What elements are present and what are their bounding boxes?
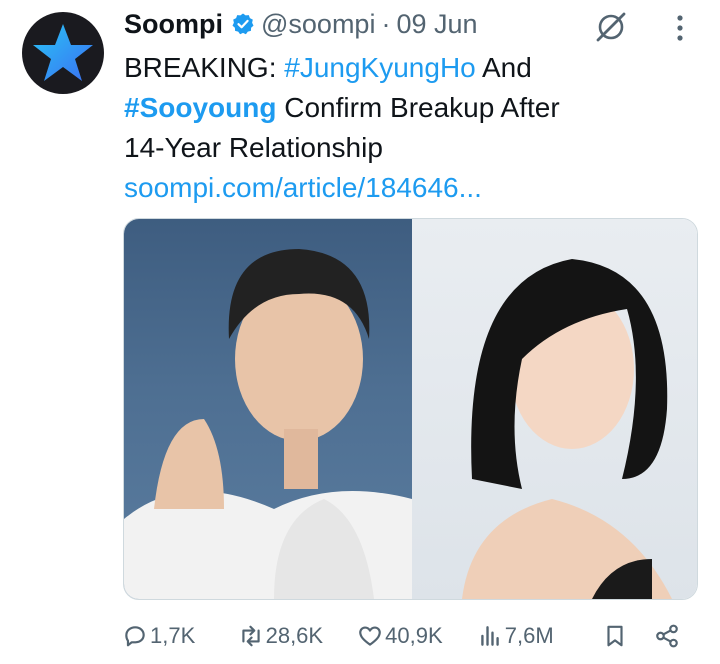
views-icon xyxy=(480,626,499,646)
share-button[interactable] xyxy=(654,623,690,649)
post-text-line-1: BREAKING: #JungKyungHo And xyxy=(124,48,684,88)
reply-button[interactable]: 1,7K xyxy=(122,623,238,649)
article-link[interactable]: soompi.com/article/184646... xyxy=(124,168,684,208)
post-text-line-2: #Sooyoung Confirm Breakup After xyxy=(124,88,684,128)
repost-icon xyxy=(241,625,260,647)
post-text: BREAKING: #JungKyungHo And #Sooyoung Con… xyxy=(124,48,684,208)
post-text-line-3: 14-Year Relationship xyxy=(124,132,383,163)
repost-count: 28,6K xyxy=(265,623,324,648)
photo-woman xyxy=(412,219,697,599)
photo-man xyxy=(124,219,412,599)
author-handle[interactable]: @soompi xyxy=(261,9,375,40)
more-icon[interactable] xyxy=(670,14,690,42)
bookmark-button[interactable] xyxy=(602,623,654,649)
share-icon xyxy=(656,624,678,648)
verified-badge-icon xyxy=(232,13,254,35)
separator-dot: · xyxy=(381,8,391,39)
repost-button[interactable]: 28,6K xyxy=(238,623,358,649)
star-logo-icon xyxy=(33,24,93,81)
text-mid: And xyxy=(475,52,532,83)
text-line2-rest: Confirm Breakup After xyxy=(276,92,560,123)
hashtag-jungkyungho[interactable]: #JungKyungHo xyxy=(284,52,475,83)
views-count: 7,6M xyxy=(504,623,554,648)
views-button[interactable]: 7,6M xyxy=(477,623,603,649)
like-icon xyxy=(359,626,382,646)
action-bar: 1,7K 28,6K 40,9K 7,6M xyxy=(122,618,690,654)
post-media[interactable] xyxy=(123,218,698,600)
author-name[interactable]: Soompi xyxy=(124,9,223,40)
avatar[interactable] xyxy=(22,12,104,94)
post-date[interactable]: 09 Jun xyxy=(396,9,477,40)
post-header: Soompi @soompi · 09 Jun xyxy=(124,6,478,42)
grok-icon[interactable] xyxy=(594,10,628,44)
hashtag-sooyoung[interactable]: #Sooyoung xyxy=(124,92,276,123)
like-button[interactable]: 40,9K xyxy=(357,623,477,649)
bookmark-icon xyxy=(607,625,623,647)
like-count: 40,9K xyxy=(385,623,443,648)
reply-icon xyxy=(125,626,145,647)
reply-count: 1,7K xyxy=(150,623,196,648)
text-prefix: BREAKING: xyxy=(124,52,285,83)
